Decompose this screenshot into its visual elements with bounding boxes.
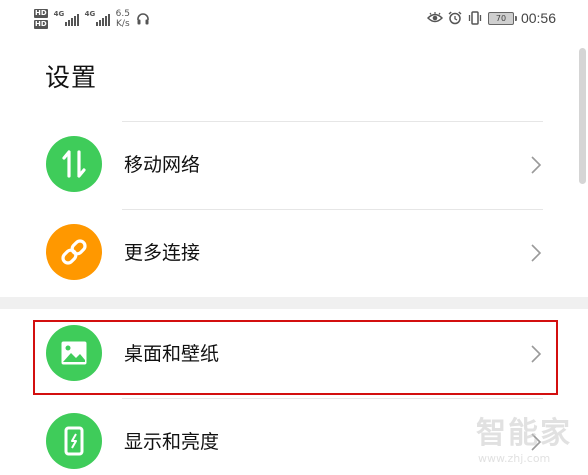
hd-badge-2: HD <box>34 20 48 29</box>
chevron-right-icon <box>531 156 542 174</box>
link-icon <box>46 224 102 280</box>
chevron-right-icon <box>531 244 542 262</box>
network-speed-value: 6.5 <box>115 9 130 19</box>
battery-level: 70 <box>495 13 507 23</box>
watermark: 智能家 www.zhj.com <box>476 408 586 470</box>
battery-icon: 70 <box>487 11 517 25</box>
alarm-clock-icon <box>448 11 462 25</box>
section-divider <box>0 297 588 309</box>
status-bar-left: HD HD 4G 4G 6.5 K/s <box>34 6 150 32</box>
data-arrows-icon <box>46 136 102 192</box>
hd-indicators: HD HD <box>34 9 48 29</box>
settings-item-label: 更多连接 <box>124 242 201 264</box>
settings-item-more-connections[interactable]: 更多连接 <box>0 209 588 297</box>
signal-sim2: 4G <box>84 10 110 26</box>
signal-sim1: 4G <box>53 10 79 26</box>
status-bar: HD HD 4G 4G 6.5 K/s 70 00:56 <box>0 0 588 36</box>
phone-brightness-icon <box>46 413 102 469</box>
watermark-url: www.zhj.com <box>478 452 551 465</box>
eye-comfort-icon <box>426 12 443 23</box>
network-type-2: 4G <box>84 10 96 18</box>
signal-bars-icon <box>95 14 110 26</box>
settings-item-label: 显示和亮度 <box>124 431 220 453</box>
status-bar-right: 70 00:56 <box>426 8 556 28</box>
hd-badge-1: HD <box>34 9 48 18</box>
settings-item-label: 移动网络 <box>124 154 201 176</box>
headset-icon <box>137 13 149 25</box>
vibrate-icon <box>468 11 482 25</box>
page-title: 设置 <box>45 63 98 92</box>
network-speed-unit: K/s <box>116 19 130 29</box>
status-time: 00:56 <box>520 10 556 26</box>
watermark-text: 智能家 <box>476 416 572 451</box>
network-speed: 6.5 K/s <box>116 9 130 29</box>
signal-bars-icon <box>64 14 79 26</box>
network-type-1: 4G <box>53 10 65 18</box>
settings-item-mobile-network[interactable]: 移动网络 <box>0 121 588 209</box>
highlight-box <box>33 320 558 395</box>
